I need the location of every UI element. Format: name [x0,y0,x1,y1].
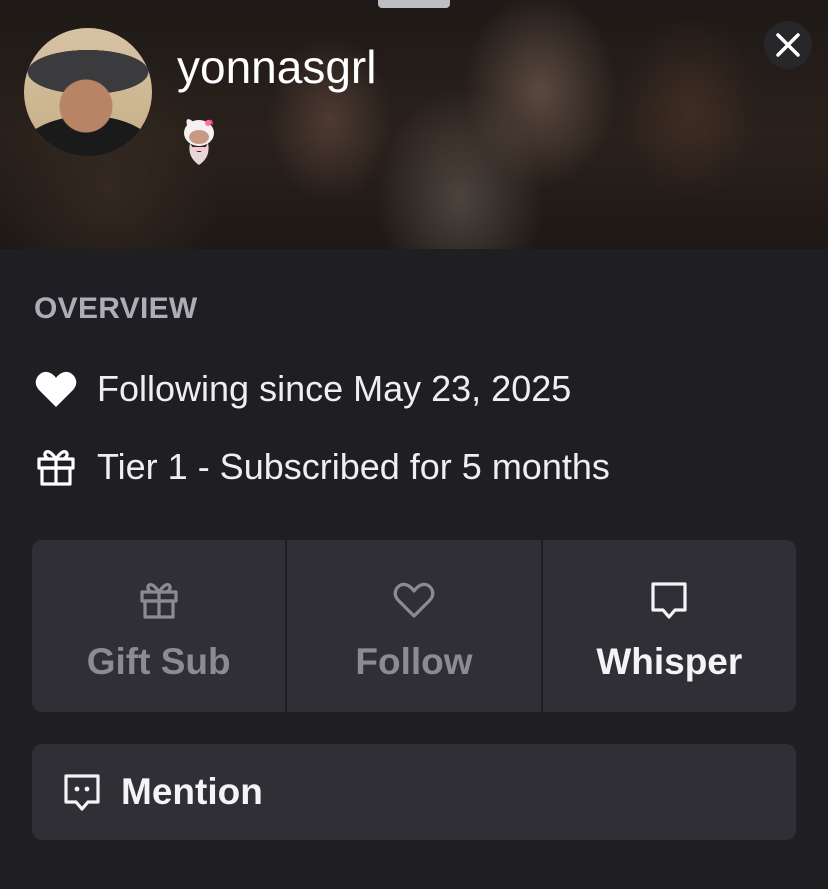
action-button-group: Gift Sub Follow Whisper [32,540,796,712]
drag-handle[interactable] [378,0,450,8]
overview-heading: OVERVIEW [34,292,198,325]
subscription-text: Tier 1 - Subscribed for 5 months [97,446,610,487]
follow-label: Follow [355,641,473,682]
close-button[interactable] [764,21,812,69]
heart-outline-icon [392,578,436,622]
whisper-button[interactable]: Whisper [540,540,796,712]
close-icon [776,33,800,57]
mention-label: Mention [121,771,263,812]
whisper-label: Whisper [596,641,743,682]
mention-button[interactable]: Mention [32,744,796,840]
chat-bubble-dots-icon [60,770,104,814]
following-since-text: Following since May 23, 2025 [97,368,572,409]
chat-bubble-icon [647,578,691,622]
gift-sub-button[interactable]: Gift Sub [32,540,285,712]
following-since-row: Following since May 23, 2025 [34,367,571,411]
subscriber-badge-icon [177,117,221,167]
gift-icon [137,578,181,622]
subscription-row: Tier 1 - Subscribed for 5 months [34,445,610,489]
gift-icon [34,445,78,489]
avatar [24,28,152,156]
username: yonnasgrl [177,41,377,93]
follow-button[interactable]: Follow [285,540,540,712]
gift-sub-label: Gift Sub [86,641,231,682]
heart-icon [34,367,78,411]
